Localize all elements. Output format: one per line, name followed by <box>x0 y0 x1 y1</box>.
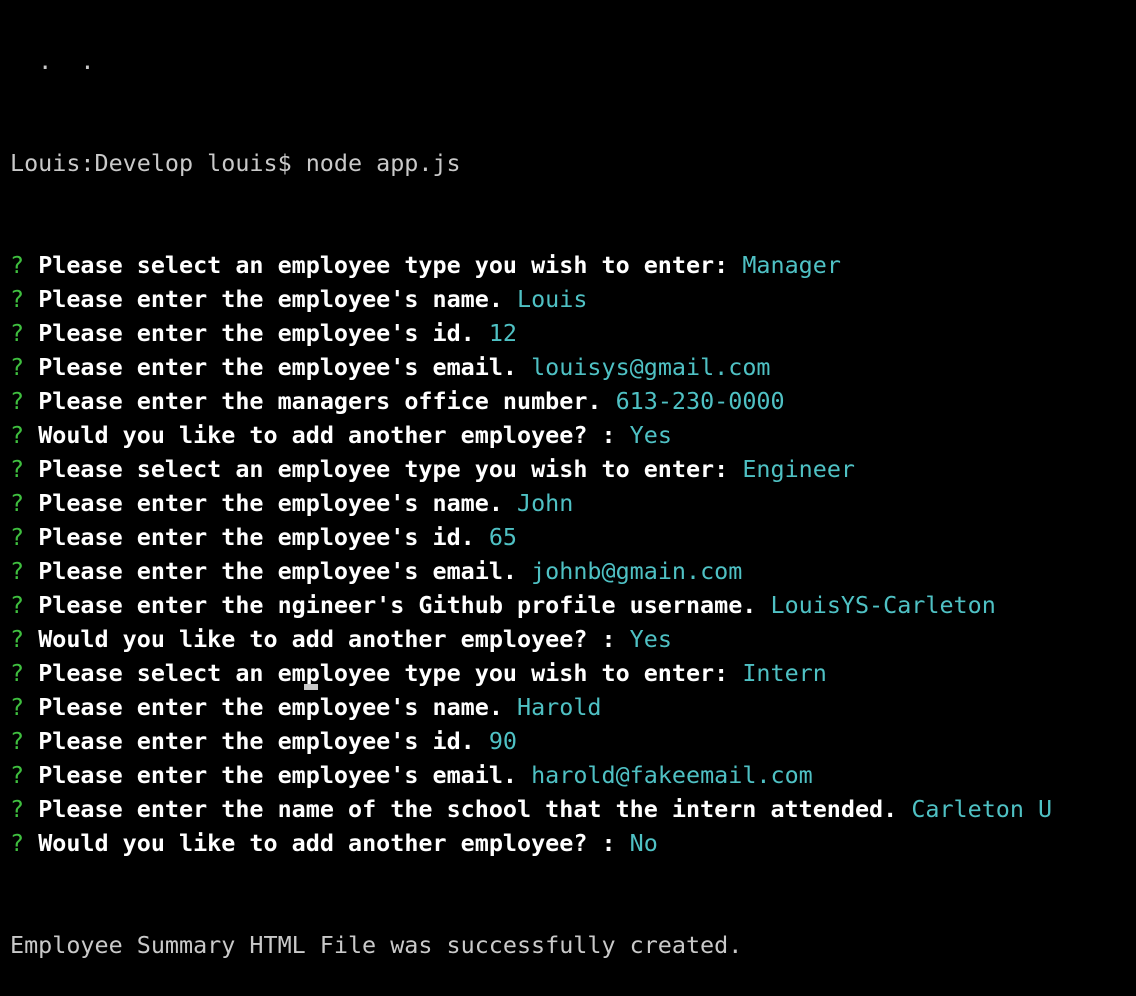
prompt-line: ? Please enter the employee's email. joh… <box>10 554 1052 588</box>
prompt-question: Please enter the ngineer's Github profil… <box>38 591 757 619</box>
prompt-line: ? Please enter the employee's id. 90 <box>10 724 1052 758</box>
prompt-line: ? Please enter the employee's email. lou… <box>10 350 1052 384</box>
prompt-question: Would you like to add another employee? … <box>38 421 616 449</box>
prompt-question: Please enter the name of the school that… <box>38 795 898 823</box>
question-mark-icon: ? <box>10 727 25 755</box>
prompt-answer: Yes <box>629 625 672 653</box>
question-mark-icon: ? <box>10 659 25 687</box>
question-mark-icon: ? <box>10 557 25 585</box>
prompt-line: ? Please enter the employee's id. 12 <box>10 316 1052 350</box>
prompt-line: ? Please enter the employee's name. Haro… <box>10 690 1052 724</box>
prompt-line: ? Would you like to add another employee… <box>10 826 1052 860</box>
prompt-question: Please select an employee type you wish … <box>38 659 729 687</box>
question-mark-icon: ? <box>10 523 25 551</box>
prompt-line: ? Please enter the name of the school th… <box>10 792 1052 826</box>
prompt-question: Please enter the employee's email. <box>38 761 517 789</box>
prompt-line: ? Please enter the ngineer's Github prof… <box>10 588 1052 622</box>
prompt-line: ? Please enter the employee's name. Loui… <box>10 282 1052 316</box>
prompt-answer: Intern <box>742 659 827 687</box>
question-mark-icon: ? <box>10 285 25 313</box>
prompt-line: ? Would you like to add another employee… <box>10 418 1052 452</box>
prompt-line: ? Would you like to add another employee… <box>10 622 1052 656</box>
prompt-answer: Carleton U <box>911 795 1053 823</box>
question-mark-icon: ? <box>10 319 25 347</box>
prompt-answer: 90 <box>488 727 518 755</box>
prompt-question: Please enter the employee's id. <box>38 727 475 755</box>
prompt-line: ? Please enter the employee's name. John <box>10 486 1052 520</box>
terminal-cursor <box>304 684 318 690</box>
prompt-answer: Harold <box>517 693 602 721</box>
question-mark-icon: ? <box>10 489 25 517</box>
question-mark-icon: ? <box>10 829 25 857</box>
prompt-question: Please enter the employee's name. <box>38 693 503 721</box>
prompt-question: Please enter the managers office number. <box>38 387 602 415</box>
terminal-output[interactable]: . . Louis:Develop louis$ node app.js ? P… <box>10 0 1052 996</box>
prompt-question: Please enter the employee's email. <box>38 557 517 585</box>
prompt-answer: LouisYS-Carleton <box>770 591 996 619</box>
question-mark-icon: ? <box>10 387 25 415</box>
prompt-question: Please enter the employee's email. <box>38 353 517 381</box>
prompt-question: Please enter the employee's id. <box>38 319 475 347</box>
prompt-answer: johnb@gmain.com <box>531 557 743 585</box>
prompt-line: ? Please select an employee type you wis… <box>10 452 1052 486</box>
prompt-answer: Manager <box>742 251 841 279</box>
partial-scrolled-line: . . <box>10 47 95 75</box>
question-mark-icon: ? <box>10 455 25 483</box>
prompt-line: ? Please enter the managers office numbe… <box>10 384 1052 418</box>
question-mark-icon: ? <box>10 251 25 279</box>
prompt-line: ? Please select an employee type you wis… <box>10 248 1052 282</box>
question-mark-icon: ? <box>10 795 25 823</box>
question-mark-icon: ? <box>10 353 25 381</box>
prompt-question: Please enter the employee's name. <box>38 285 503 313</box>
prompt-answer: No <box>629 829 658 857</box>
question-mark-icon: ? <box>10 761 25 789</box>
command-line: Louis:Develop louis$ node app.js <box>10 149 461 177</box>
question-mark-icon: ? <box>10 625 25 653</box>
final-output-line: Employee Summary HTML File was successfu… <box>10 931 743 959</box>
prompt-line: ? Please select an employee type you wis… <box>10 656 1052 690</box>
prompt-answer: 65 <box>488 523 518 551</box>
prompt-answer: Engineer <box>742 455 855 483</box>
question-mark-icon: ? <box>10 421 25 449</box>
prompt-answer: louisys@gmail.com <box>531 353 771 381</box>
question-mark-icon: ? <box>10 591 25 619</box>
prompt-answer: John <box>517 489 574 517</box>
prompt-answer: 613-230-0000 <box>615 387 785 415</box>
prompt-question: Please enter the employee's id. <box>38 523 475 551</box>
prompt-question: Please enter the employee's name. <box>38 489 503 517</box>
prompt-question: Please select an employee type you wish … <box>38 455 729 483</box>
prompt-line: ? Please enter the employee's id. 65 <box>10 520 1052 554</box>
prompt-list: ? Please select an employee type you wis… <box>10 248 1052 860</box>
question-mark-icon: ? <box>10 693 25 721</box>
prompt-answer: harold@fakeemail.com <box>531 761 813 789</box>
prompt-line: ? Please enter the employee's email. har… <box>10 758 1052 792</box>
prompt-answer: Yes <box>629 421 672 449</box>
prompt-answer: Louis <box>517 285 588 313</box>
prompt-question: Please select an employee type you wish … <box>38 251 729 279</box>
prompt-question: Would you like to add another employee? … <box>38 829 616 857</box>
prompt-question: Would you like to add another employee? … <box>38 625 616 653</box>
prompt-answer: 12 <box>488 319 518 347</box>
